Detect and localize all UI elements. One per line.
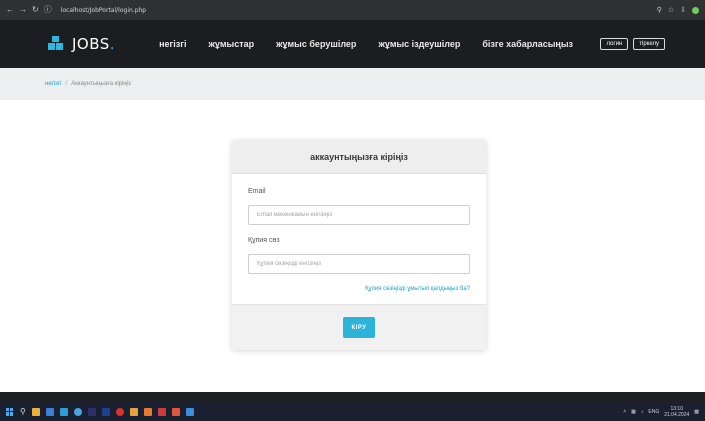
language-indicator[interactable]: ENG — [648, 409, 659, 415]
email-field[interactable] — [248, 205, 470, 225]
login-submit-button[interactable]: КІРУ — [343, 317, 375, 338]
logo-text: JOBS. — [72, 35, 116, 53]
volume-icon[interactable]: ♪ — [641, 409, 644, 415]
download-icon[interactable]: ⇩ — [680, 6, 686, 14]
xampp-icon[interactable] — [171, 407, 180, 416]
email-label: Email — [248, 188, 266, 195]
media-icon[interactable] — [157, 407, 166, 416]
forgot-password-link[interactable]: Құпия сөзіңізді ұмытып қалдыңыз ба? — [248, 286, 470, 292]
browser-extensions: ⚲ ☆ ⇩ — [657, 6, 699, 14]
opera-icon[interactable] — [115, 407, 124, 416]
site-header: JOBS. негізгі жұмыстар жұмыс берушілер ж… — [0, 20, 705, 68]
login-button[interactable]: логин — [600, 38, 629, 50]
nav-item-employers[interactable]: жұмыс берушілер — [276, 39, 356, 49]
auth-buttons: логин тіркелу — [600, 38, 665, 50]
login-title: аккаунтыңызға кіріңіз — [310, 151, 408, 162]
site-footer — [0, 392, 705, 402]
chrome-icon[interactable] — [129, 407, 138, 416]
address-bar[interactable]: localhost/JobPortal/login.php — [61, 7, 146, 14]
site-logo[interactable]: JOBS. — [48, 35, 115, 53]
arrow-left-icon[interactable]: ← — [6, 6, 14, 14]
mail-icon[interactable] — [45, 407, 54, 416]
nav-item-job-seekers[interactable]: жұмыс іздеушілер — [378, 39, 460, 49]
app-icon[interactable] — [87, 407, 96, 416]
password-label: Құпия сөз — [248, 237, 280, 244]
file-explorer-icon[interactable] — [31, 407, 40, 416]
breadcrumb-separator: / — [65, 81, 68, 87]
vscode-icon[interactable] — [185, 407, 194, 416]
notification-icon[interactable]: ▩ — [694, 409, 699, 415]
browser-toolbar: ← → ↻ ⓘ localhost/JobPortal/login.php ⚲ … — [0, 0, 705, 20]
edge-icon[interactable] — [73, 407, 82, 416]
nav-item-home[interactable]: негізгі — [159, 39, 186, 49]
system-tray: ˄ ▦ ♪ ENG 13:10 21.04.2024 ▩ — [623, 406, 699, 418]
login-form: Email Құпия сөз Құпия сөзіңізді ұмытып қ… — [232, 174, 486, 292]
nav-item-contact[interactable]: бізге хабарласыңыз — [482, 39, 573, 49]
reload-icon[interactable]: ↻ — [32, 6, 39, 14]
login-card: аккаунтыңызға кіріңіз Email Құпия сөз Құ… — [232, 140, 486, 350]
folder-icon[interactable] — [143, 407, 152, 416]
windows-start-icon[interactable] — [6, 407, 14, 416]
chevron-up-icon[interactable]: ˄ — [623, 409, 626, 415]
taskbar: ⚲ ˄ ▦ ♪ ENG 13:10 21.04.2024 ▩ — [0, 402, 705, 421]
network-icon[interactable]: ▦ — [631, 409, 636, 415]
breadcrumb: негізгі / Аккаунтыңызға кіріңіз — [0, 68, 705, 100]
star-icon[interactable]: ☆ — [668, 6, 674, 14]
clock-date: 21.04.2024 — [664, 411, 690, 418]
store-icon[interactable] — [59, 407, 68, 416]
login-card-footer: КІРУ — [232, 304, 486, 350]
login-card-header: аккаунтыңызға кіріңіз — [232, 140, 486, 174]
password-field[interactable] — [248, 254, 470, 274]
register-button[interactable]: тіркелу — [633, 38, 665, 50]
main-nav: негізгі жұмыстар жұмыс берушілер жұмыс і… — [159, 39, 573, 49]
info-icon[interactable]: ⓘ — [44, 6, 52, 14]
word-icon[interactable] — [101, 407, 110, 416]
breadcrumb-home-link[interactable]: негізгі — [45, 81, 61, 87]
arrow-right-icon[interactable]: → — [19, 6, 27, 14]
profile-icon[interactable] — [692, 6, 699, 14]
clock[interactable]: 13:10 21.04.2024 — [664, 406, 689, 418]
key-icon[interactable]: ⚲ — [657, 6, 662, 14]
browser-window: ← → ↻ ⓘ localhost/JobPortal/login.php ⚲ … — [0, 0, 705, 421]
nav-item-jobs[interactable]: жұмыстар — [208, 39, 254, 49]
search-icon[interactable]: ⚲ — [20, 407, 26, 416]
logo-cubes-icon — [48, 36, 66, 52]
breadcrumb-current: Аккаунтыңызға кіріңіз — [71, 81, 131, 87]
